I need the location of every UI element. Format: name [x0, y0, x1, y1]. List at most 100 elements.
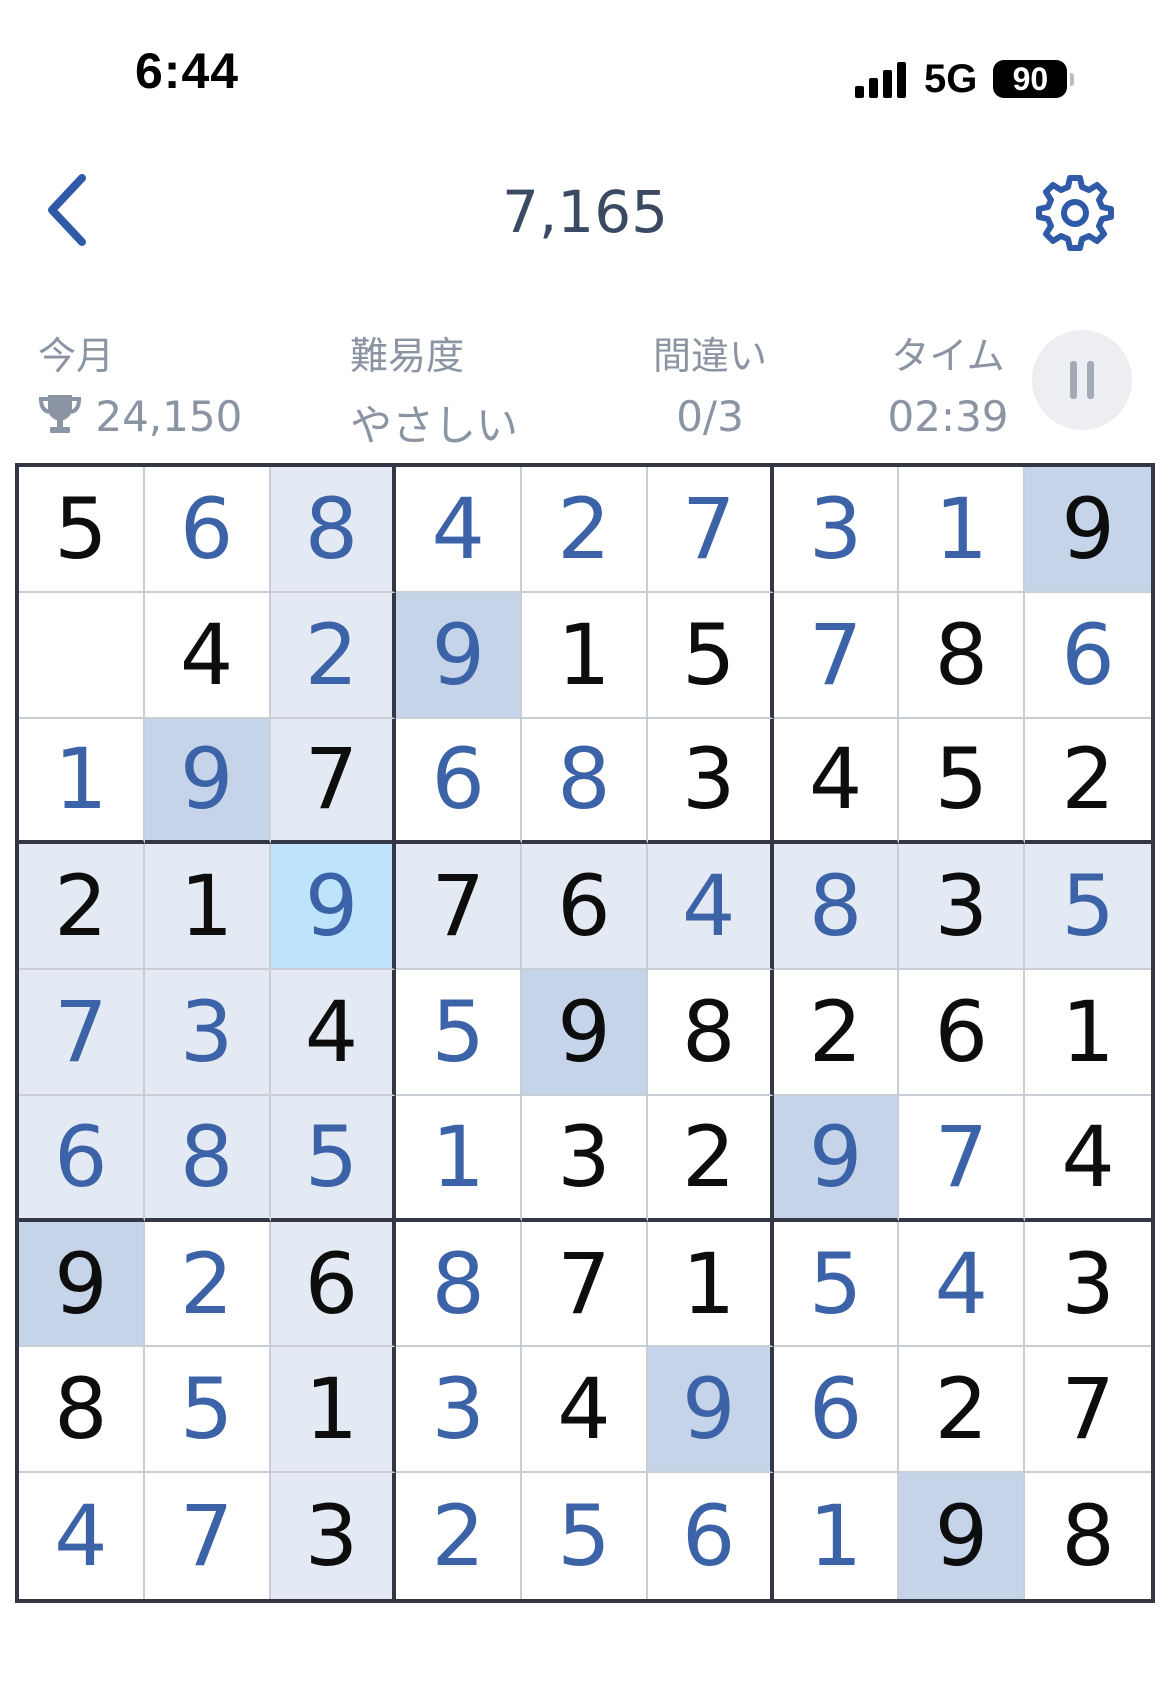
sudoku-cell-r8c4[interactable]: 3	[396, 1347, 523, 1474]
sudoku-cell-r2c4[interactable]: 9	[396, 592, 523, 719]
sudoku-cell-r6c6[interactable]: 2	[647, 1095, 774, 1222]
difficulty-info: 難易度 やさしい	[350, 325, 518, 453]
sudoku-cell-r4c3[interactable]: 9	[270, 844, 397, 971]
sudoku-cell-r7c6[interactable]: 1	[647, 1221, 774, 1348]
sudoku-cell-r1c9[interactable]: 9	[1025, 467, 1151, 593]
sudoku-cell-r9c2[interactable]: 7	[145, 1473, 271, 1599]
sudoku-cell-r5c7[interactable]: 2	[773, 970, 900, 1096]
sudoku-cell-r7c1[interactable]: 9	[19, 1221, 145, 1348]
sudoku-cell-r7c9[interactable]: 3	[1025, 1222, 1151, 1348]
sudoku-cell-r3c3[interactable]: 7	[270, 718, 397, 845]
sudoku-cell-r9c8[interactable]: 9	[899, 1473, 1026, 1599]
gear-icon	[1036, 175, 1114, 251]
sudoku-cell-r7c7[interactable]: 5	[773, 1221, 900, 1348]
sudoku-cell-r4c6[interactable]: 4	[647, 844, 774, 971]
sudoku-cell-r7c8[interactable]: 4	[899, 1221, 1026, 1348]
sudoku-board: 5684273194291578619768345221976483573459…	[15, 463, 1155, 1603]
sudoku-cell-r2c3[interactable]: 2	[270, 592, 397, 719]
sudoku-cell-r1c6[interactable]: 7	[647, 467, 774, 593]
sudoku-cell-r3c2[interactable]: 9	[144, 718, 271, 845]
sudoku-cell-r7c3[interactable]: 6	[270, 1221, 397, 1348]
sudoku-cell-r8c8[interactable]: 2	[899, 1347, 1026, 1474]
sudoku-cell-r2c1[interactable]	[19, 592, 145, 719]
sudoku-cell-r8c3[interactable]: 1	[270, 1347, 397, 1474]
sudoku-cell-r5c8[interactable]: 6	[899, 970, 1026, 1096]
sudoku-cell-r5c3[interactable]: 4	[270, 970, 397, 1096]
sudoku-cell-r2c8[interactable]: 8	[899, 592, 1026, 719]
difficulty-label: 難易度	[350, 334, 465, 378]
month-value-row: 24,150	[38, 392, 242, 441]
sudoku-cell-r6c7[interactable]: 9	[773, 1095, 900, 1222]
sudoku-cell-r3c9[interactable]: 2	[1025, 719, 1151, 845]
sudoku-cell-r1c5[interactable]: 2	[522, 467, 648, 593]
pause-button[interactable]	[1032, 330, 1132, 430]
sudoku-cell-r4c7[interactable]: 8	[773, 844, 900, 971]
sudoku-cell-r3c4[interactable]: 6	[396, 718, 523, 845]
status-time: 6:44	[135, 43, 240, 99]
sudoku-cell-r3c5[interactable]: 8	[522, 718, 648, 845]
sudoku-cell-r1c3[interactable]: 8	[270, 467, 397, 593]
sudoku-cell-r5c4[interactable]: 5	[396, 970, 523, 1096]
sudoku-cell-r6c2[interactable]: 8	[144, 1095, 271, 1222]
sudoku-cell-r9c3[interactable]: 3	[270, 1473, 397, 1599]
sudoku-cell-r9c1[interactable]: 4	[19, 1473, 145, 1599]
sudoku-cell-r5c5[interactable]: 9	[522, 970, 648, 1096]
sudoku-cell-r1c1[interactable]: 5	[19, 467, 145, 593]
sudoku-cell-r1c8[interactable]: 1	[899, 467, 1026, 593]
sudoku-cell-r5c2[interactable]: 3	[144, 970, 271, 1096]
sudoku-cell-r1c7[interactable]: 3	[773, 467, 900, 593]
settings-button[interactable]	[1035, 172, 1115, 252]
sudoku-cell-r3c7[interactable]: 4	[773, 718, 900, 845]
sudoku-cell-r6c5[interactable]: 3	[522, 1095, 648, 1222]
sudoku-cell-r8c7[interactable]: 6	[773, 1347, 900, 1474]
sudoku-cell-r9c5[interactable]: 5	[522, 1473, 648, 1599]
sudoku-cell-r1c4[interactable]: 4	[396, 467, 523, 593]
sudoku-cell-r4c1[interactable]: 2	[19, 844, 145, 971]
sudoku-cell-r8c5[interactable]: 4	[522, 1347, 648, 1474]
network-label: 5G	[924, 56, 978, 101]
sudoku-cell-r1c2[interactable]: 6	[144, 467, 271, 593]
battery-level: 90	[1012, 60, 1049, 97]
sudoku-cell-r6c4[interactable]: 1	[396, 1095, 523, 1222]
sudoku-cell-r7c4[interactable]: 8	[396, 1221, 523, 1348]
sudoku-cell-r6c1[interactable]: 6	[19, 1095, 145, 1222]
sudoku-cell-r6c3[interactable]: 5	[270, 1095, 397, 1222]
sudoku-cell-r4c8[interactable]: 3	[899, 844, 1026, 971]
sudoku-cell-r7c2[interactable]: 2	[144, 1221, 271, 1348]
sudoku-cell-r5c1[interactable]: 7	[19, 970, 145, 1096]
sudoku-cell-r9c4[interactable]: 2	[396, 1473, 523, 1599]
timer-value: 02:39	[887, 392, 1009, 441]
timer-label: タイム	[891, 334, 1005, 378]
sudoku-cell-r7c5[interactable]: 7	[522, 1221, 648, 1348]
sudoku-cell-r9c7[interactable]: 1	[774, 1473, 900, 1599]
sudoku-cell-r6c9[interactable]: 4	[1025, 1096, 1151, 1222]
sudoku-cell-r3c6[interactable]: 3	[647, 718, 774, 845]
sudoku-cell-r4c4[interactable]: 7	[396, 844, 523, 971]
page-title: 7,165	[501, 178, 669, 246]
sudoku-cell-r8c2[interactable]: 5	[144, 1347, 271, 1474]
mistakes-info: 間違い 0/3	[645, 325, 775, 441]
battery-icon: 90	[993, 60, 1075, 98]
sudoku-cell-r4c5[interactable]: 6	[522, 844, 648, 971]
sudoku-cell-r9c6[interactable]: 6	[648, 1473, 774, 1599]
sudoku-cell-r4c9[interactable]: 5	[1025, 844, 1151, 971]
sudoku-cell-r3c8[interactable]: 5	[899, 718, 1026, 845]
sudoku-cell-r2c9[interactable]: 6	[1025, 593, 1151, 719]
month-score: 24,150	[95, 392, 243, 441]
sudoku-cell-r3c1[interactable]: 1	[19, 718, 145, 845]
sudoku-cell-r9c9[interactable]: 8	[1025, 1473, 1151, 1599]
sudoku-cell-r8c6[interactable]: 9	[647, 1347, 774, 1474]
sudoku-cell-r5c6[interactable]: 8	[647, 970, 774, 1096]
timer-info: タイム 02:39	[878, 325, 1018, 441]
sudoku-cell-r2c7[interactable]: 7	[773, 592, 900, 719]
sudoku-cell-r5c9[interactable]: 1	[1025, 970, 1151, 1096]
difficulty-value: やさしい	[350, 401, 519, 450]
sudoku-cell-r2c2[interactable]: 4	[144, 592, 271, 719]
sudoku-cell-r8c9[interactable]: 7	[1025, 1347, 1151, 1474]
sudoku-cell-r4c2[interactable]: 1	[144, 844, 271, 971]
sudoku-cell-r8c1[interactable]: 8	[19, 1347, 145, 1474]
sudoku-cell-r2c6[interactable]: 5	[647, 592, 774, 719]
sudoku-cell-r2c5[interactable]: 1	[522, 592, 648, 719]
status-indicators: 5G 90	[855, 54, 1075, 104]
sudoku-cell-r6c8[interactable]: 7	[899, 1095, 1026, 1222]
